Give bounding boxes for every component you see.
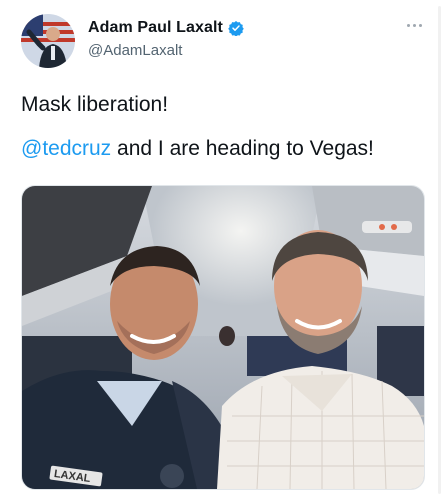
verified-badge-icon: [228, 20, 244, 37]
mention-link[interactable]: @tedcruz: [21, 137, 111, 160]
tweet-photo[interactable]: LAXAL: [21, 185, 425, 490]
tweet-card[interactable]: Adam Paul Laxalt @AdamLaxalt Mask libera…: [0, 0, 444, 500]
author-handle[interactable]: @AdamLaxalt: [88, 42, 182, 59]
profile-avatar[interactable]: [21, 14, 75, 68]
scrollbar[interactable]: [438, 6, 441, 494]
more-options-icon[interactable]: [405, 20, 425, 30]
author-display-name[interactable]: Adam Paul Laxalt: [88, 19, 223, 37]
tweet-text-line1: Mask liberation!: [21, 93, 169, 116]
tweet-text-rest: and I are heading to Vegas!: [111, 137, 374, 160]
tweet-text-line2: @tedcruz and I are heading to Vegas!: [21, 137, 374, 161]
